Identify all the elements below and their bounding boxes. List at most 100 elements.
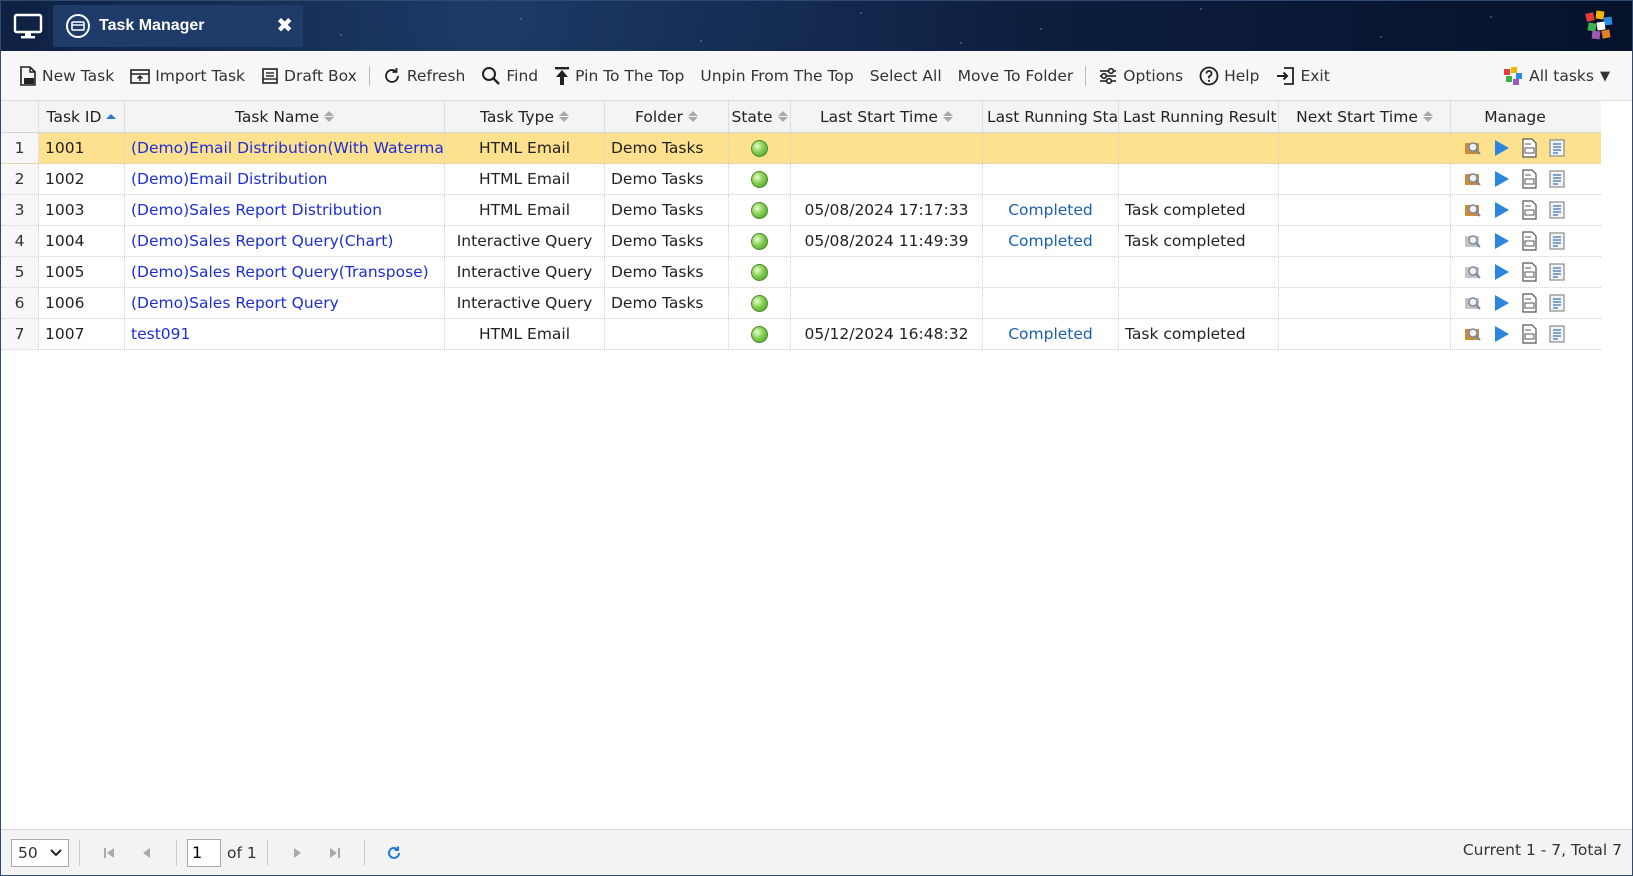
prev-page-button[interactable] [134, 840, 160, 866]
import-task-button[interactable]: Import Task [122, 61, 253, 91]
task-details-icon[interactable] [1547, 293, 1567, 313]
header-task-name[interactable]: Task Name [125, 101, 445, 132]
help-button[interactable]: Help [1191, 61, 1267, 91]
move-folder-button[interactable]: Move To Folder [950, 61, 1082, 91]
task-name-link-text[interactable]: (Demo)Email Distribution [131, 170, 328, 188]
header-label: Manage [1484, 107, 1546, 126]
table-row[interactable]: 3 1003 (Demo)Sales Report Distribution HTML… [1, 195, 1601, 226]
monitor-task-icon[interactable] [1463, 169, 1483, 189]
last-running-state-cell: Completed [983, 195, 1119, 225]
exit-button[interactable]: Exit [1267, 61, 1337, 91]
header-state[interactable]: State [729, 101, 791, 132]
task-details-icon[interactable] [1547, 231, 1567, 251]
select-all-button[interactable]: Select All [862, 61, 950, 91]
unpin-top-button[interactable]: Unpin From The Top [692, 61, 861, 91]
task-name-link[interactable]: (Demo)Sales Report Distribution [125, 195, 445, 225]
run-task-icon[interactable] [1491, 231, 1511, 251]
monitor-icon[interactable] [13, 12, 43, 40]
task-name-link[interactable]: (Demo)Sales Report Query [125, 288, 445, 318]
reload-page-button[interactable] [381, 840, 407, 866]
task-log-icon[interactable] [1519, 200, 1539, 220]
task-name-link[interactable]: (Demo)Sales Report Query(Transpose) [125, 257, 445, 287]
task-name-link-text[interactable]: (Demo)Sales Report Query(Transpose) [131, 263, 429, 281]
app-logo-icon[interactable] [1584, 9, 1614, 41]
row-number: 4 [1, 226, 39, 256]
next-page-button[interactable] [284, 840, 310, 866]
task-name-link-text[interactable]: (Demo)Sales Report Query(Chart) [131, 232, 393, 250]
state-cell [729, 226, 791, 256]
table-header: Task ID Task Name Task Type Folder State… [1, 101, 1601, 133]
header-label: Task Type [480, 107, 554, 126]
status-ok-icon [751, 139, 768, 157]
task-type-cell: HTML Email [445, 319, 605, 349]
table-row[interactable]: 2 1002 (Demo)Email Distribution HTML Email D… [1, 164, 1601, 195]
task-details-icon[interactable] [1547, 262, 1567, 282]
header-next-start-time[interactable]: Next Start Time [1279, 101, 1451, 132]
header-last-running-result[interactable]: Last Running Result [1119, 101, 1279, 132]
draft-box-button[interactable]: Draft Box [253, 61, 365, 91]
page-number-input[interactable] [187, 838, 221, 867]
options-button[interactable]: Options [1090, 61, 1191, 91]
run-task-icon[interactable] [1491, 138, 1511, 158]
task-name-link-text[interactable]: (Demo)Email Distribution(With Watermark) [131, 139, 444, 157]
table-row[interactable]: 6 1006 (Demo)Sales Report Query Interactive… [1, 288, 1601, 319]
table-row[interactable]: 4 1004 (Demo)Sales Report Query(Chart) Inte… [1, 226, 1601, 257]
header-folder[interactable]: Folder [605, 101, 729, 132]
manage-cell [1451, 133, 1579, 163]
folder-cell-text: Demo Tasks [611, 201, 704, 219]
monitor-task-icon[interactable] [1463, 231, 1483, 251]
header-task-type[interactable]: Task Type [445, 101, 605, 132]
new-task-button[interactable]: New Task [11, 61, 122, 91]
task-details-icon[interactable] [1547, 169, 1567, 189]
header-last-running-state[interactable]: Last Running State [983, 101, 1119, 132]
task-type-cell: Interactive Query [445, 257, 605, 287]
run-task-icon[interactable] [1491, 200, 1511, 220]
run-task-icon[interactable] [1491, 262, 1511, 282]
monitor-task-icon[interactable] [1463, 293, 1483, 313]
pager-info: Current 1 - 7, Total 7 [1462, 841, 1622, 859]
first-page-button[interactable] [96, 840, 122, 866]
task-name-link[interactable]: (Demo)Email Distribution [125, 164, 445, 194]
task-name-link[interactable]: test091 [125, 319, 445, 349]
all-tasks-filter[interactable]: All tasks ▼ [1503, 61, 1610, 91]
table-row[interactable]: 5 1005 (Demo)Sales Report Query(Transpose)… [1, 257, 1601, 288]
monitor-task-icon[interactable] [1463, 324, 1483, 344]
monitor-task-icon[interactable] [1463, 262, 1483, 282]
close-icon[interactable]: ✖ [276, 14, 293, 36]
task-log-icon[interactable] [1519, 293, 1539, 313]
refresh-button[interactable]: Refresh [374, 61, 474, 91]
status-ok-icon [751, 325, 768, 343]
header-label: Folder [635, 107, 683, 126]
run-task-icon[interactable] [1491, 169, 1511, 189]
pin-top-button[interactable]: Pin To The Top [546, 61, 692, 91]
folder-cell: Demo Tasks [605, 195, 729, 225]
task-name-link-text[interactable]: (Demo)Sales Report Query [131, 294, 339, 312]
table-row[interactable]: 7 1007 test091 HTML Email 05/12/2024 16:48:3… [1, 319, 1601, 350]
task-name-link-text[interactable]: test091 [131, 325, 190, 343]
task-log-icon[interactable] [1519, 324, 1539, 344]
task-details-icon[interactable] [1547, 138, 1567, 158]
last-page-button[interactable] [322, 840, 348, 866]
find-button[interactable]: Find [473, 61, 546, 91]
tab-task-manager[interactable]: Task Manager ✖ [53, 5, 303, 47]
task-name-link[interactable]: (Demo)Email Distribution(With Watermark) [125, 133, 445, 163]
page-size-select[interactable]: 50 [11, 838, 69, 867]
header-task-id[interactable]: Task ID [39, 101, 125, 132]
task-name-link[interactable]: (Demo)Sales Report Query(Chart) [125, 226, 445, 256]
task-details-icon[interactable] [1547, 200, 1567, 220]
task-log-icon[interactable] [1519, 262, 1539, 282]
monitor-task-icon[interactable] [1463, 138, 1483, 158]
header-last-start-time[interactable]: Last Start Time [791, 101, 983, 132]
last-start-time-cell [791, 257, 983, 287]
pager-divider [363, 839, 365, 866]
run-task-icon[interactable] [1491, 324, 1511, 344]
task-name-link-text[interactable]: (Demo)Sales Report Distribution [131, 201, 382, 219]
sort-icon [687, 111, 698, 122]
run-task-icon[interactable] [1491, 293, 1511, 313]
task-log-icon[interactable] [1519, 138, 1539, 158]
table-row[interactable]: 1 1001 (Demo)Email Distribution(With Water… [1, 133, 1601, 164]
task-details-icon[interactable] [1547, 324, 1567, 344]
monitor-task-icon[interactable] [1463, 200, 1483, 220]
task-log-icon[interactable] [1519, 169, 1539, 189]
task-log-icon[interactable] [1519, 231, 1539, 251]
